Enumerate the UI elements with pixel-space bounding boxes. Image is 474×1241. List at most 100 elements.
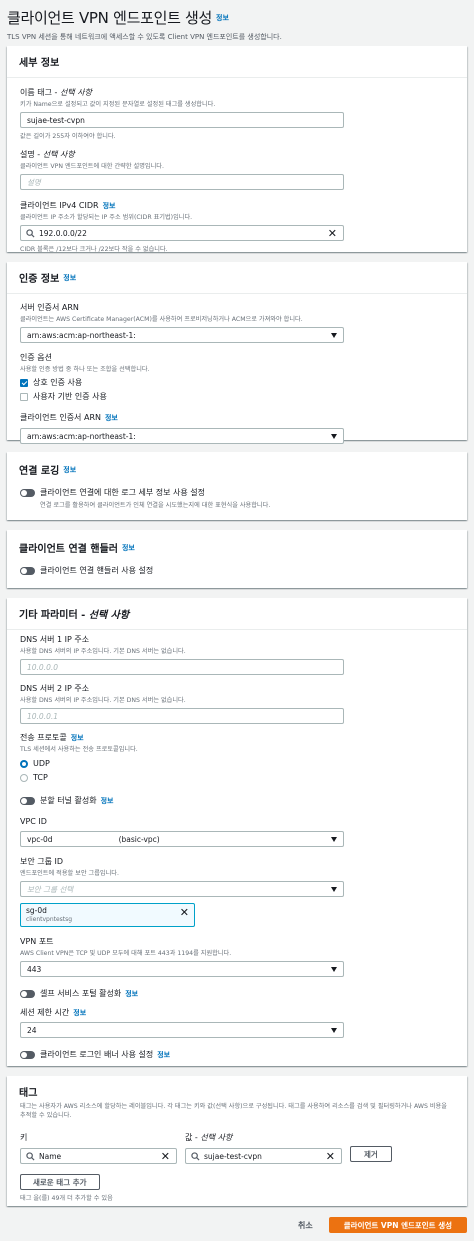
add-tag-button[interactable]: 새로운 태그 추가 xyxy=(20,1174,100,1190)
client-cert-select[interactable]: arn:aws:acm:ap-northeast-1: xyxy=(20,428,344,444)
split-tunnel-info-link[interactable]: 정보 xyxy=(101,796,114,806)
login-banner-toggle-row[interactable]: 클라이언트 로그인 배너 사용 설정 정보 xyxy=(20,1049,454,1060)
tag-value-value: sujae-test-cvpn xyxy=(204,1151,262,1161)
logging-toggle-label: 클라이언트 연결에 대한 로그 세부 정보 사용 설정 xyxy=(40,488,205,497)
auth-options-label: 인증 옵션 xyxy=(20,353,52,362)
handler-title: 클라이언트 연결 핸들러 xyxy=(19,544,118,555)
client-cert-value: arn:aws:acm:ap-northeast-1: xyxy=(27,431,136,441)
remove-token-icon[interactable]: ✕ xyxy=(180,907,189,918)
name-tag-value: sujae-test-cvpn xyxy=(27,115,85,125)
name-tag-input[interactable]: sujae-test-cvpn xyxy=(20,112,344,128)
tag-key-input[interactable]: Name ✕ xyxy=(20,1148,177,1164)
cidr-hint: CIDR 블록은 /12보다 크거나 /22보다 작을 수 없습니다. xyxy=(20,246,168,253)
tags-title: 태그 xyxy=(19,1088,38,1099)
session-timeout-select[interactable]: 24 xyxy=(20,1022,344,1038)
search-icon xyxy=(26,1152,35,1161)
protocol-udp-label: UDP xyxy=(33,759,50,768)
clear-icon[interactable]: ✕ xyxy=(326,1151,335,1162)
caret-down-icon xyxy=(331,837,337,842)
search-icon xyxy=(191,1152,200,1161)
description-field: 설명 - 선택 사항 클라이언트 VPN 엔드포인트에 대한 간략한 설명입니다… xyxy=(20,149,454,190)
remove-tag-button[interactable]: 제거 xyxy=(350,1146,392,1162)
mutual-auth-option[interactable]: 상호 인증 사용 xyxy=(20,377,454,388)
caret-down-icon xyxy=(331,434,337,439)
toggle-off-icon[interactable] xyxy=(20,796,35,805)
tag-value-label: 값 - 선택 사항 xyxy=(185,1133,233,1142)
toggle-off-icon[interactable] xyxy=(20,488,35,497)
description-placeholder: 설명 xyxy=(27,177,41,187)
radio-icon[interactable] xyxy=(20,773,28,782)
checkbox-checked-icon[interactable] xyxy=(20,378,28,387)
other-params-header: 기타 파라미터 - 선택 사항 xyxy=(7,598,467,630)
toggle-off-icon[interactable] xyxy=(20,1050,35,1059)
self-service-toggle-row[interactable]: 셀프 서비스 포털 활성화 정보 xyxy=(20,988,454,999)
radio-selected-icon[interactable] xyxy=(20,759,28,768)
user-auth-option[interactable]: 사용자 기반 인증 사용 xyxy=(20,391,454,402)
vpn-port-select[interactable]: 443 xyxy=(20,961,344,977)
security-group-field: 보안 그룹 ID 엔드포인트에 적용할 보안 그룹입니다. 보안 그룹 선택 s… xyxy=(20,856,454,927)
tags-header: 태그 xyxy=(7,1076,467,1101)
login-banner-info-link[interactable]: 정보 xyxy=(157,1050,170,1060)
client-cert-field: 클라이언트 인증서 ARN 정보 arn:aws:acm:ap-northeas… xyxy=(20,412,454,444)
clear-icon[interactable]: ✕ xyxy=(328,228,337,239)
redacted-area xyxy=(52,835,119,843)
tag-value-input[interactable]: sujae-test-cvpn ✕ xyxy=(185,1148,342,1164)
vpn-port-label: VPN 포트 xyxy=(20,937,54,946)
dns2-placeholder: 10.0.0.1 xyxy=(27,711,59,721)
logging-info-link[interactable]: 정보 xyxy=(63,465,76,475)
security-group-select[interactable]: 보안 그룹 선택 xyxy=(20,881,344,897)
description-input[interactable]: 설명 xyxy=(20,174,344,190)
handler-toggle-row[interactable]: 클라이언트 연결 핸들러 사용 설정 xyxy=(20,565,454,576)
details-panel: 세부 정보 이름 태그 - 선택 사항 키가 Name으로 설정되고 값이 지정… xyxy=(7,46,467,253)
dns1-placeholder: 10.0.0.0 xyxy=(27,662,59,672)
cidr-info-link[interactable]: 정보 xyxy=(103,201,116,211)
protocol-label: 전송 프로토콜 xyxy=(20,733,67,742)
auth-options-field: 인증 옵션 사용할 인증 방법 중 하나 또는 조합을 선택합니다. 상호 인증… xyxy=(20,352,454,402)
protocol-info-link[interactable]: 정보 xyxy=(71,733,84,743)
vpn-port-desc: AWS Client VPN은 TCP 및 UDP 모두에 대해 포트 443과… xyxy=(20,950,232,957)
page-info-link[interactable]: 정보 xyxy=(216,13,229,23)
cidr-input[interactable]: 192.0.0.0/22 ✕ xyxy=(20,225,344,241)
server-cert-select[interactable]: arn:aws:acm:ap-northeast-1: xyxy=(20,327,344,343)
checkbox-icon[interactable] xyxy=(20,392,28,401)
clear-icon[interactable]: ✕ xyxy=(161,1151,170,1162)
dns1-input[interactable]: 10.0.0.0 xyxy=(20,659,344,675)
client-cert-info-link[interactable]: 정보 xyxy=(105,413,118,423)
auth-info-link[interactable]: 정보 xyxy=(63,273,76,283)
details-header: 세부 정보 xyxy=(7,46,467,78)
dns2-input[interactable]: 10.0.0.1 xyxy=(20,708,344,724)
auth-header: 인증 정보 정보 xyxy=(7,262,467,294)
toggle-off-icon[interactable] xyxy=(20,566,35,575)
vpc-value-prefix: vpc-0d xyxy=(27,834,53,844)
vpc-field: VPC ID vpc-0d (basic-vpc) xyxy=(20,817,454,847)
session-timeout-value: 24 xyxy=(27,1025,37,1035)
caret-down-icon xyxy=(331,333,337,338)
tag-key-label: 키 xyxy=(20,1133,28,1142)
cidr-value: 192.0.0.0/22 xyxy=(39,228,87,238)
self-service-field: 셀프 서비스 포털 활성화 정보 xyxy=(20,988,454,999)
vpc-select[interactable]: vpc-0d (basic-vpc) xyxy=(20,831,344,847)
auth-panel: 인증 정보 정보 서버 인증서 ARN 클라이언트는 AWS Certifica… xyxy=(7,262,467,444)
protocol-tcp-option[interactable]: TCP xyxy=(20,773,454,782)
split-tunnel-toggle-row[interactable]: 분할 터널 활성화 정보 xyxy=(20,795,454,806)
tag-key-value: Name xyxy=(39,1151,62,1161)
toggle-off-icon[interactable] xyxy=(20,989,35,998)
name-tag-field: 이름 태그 - 선택 사항 키가 Name으로 설정되고 값이 지정된 문자열로… xyxy=(20,87,454,140)
security-group-label: 보안 그룹 ID xyxy=(20,857,64,866)
footer-actions: 취소 클라이언트 VPN 엔드포인트 생성 xyxy=(298,1217,467,1233)
tags-limit-hint: 태그 을(를) 49개 더 추가할 수 있음 xyxy=(20,1195,113,1202)
create-endpoint-button[interactable]: 클라이언트 VPN 엔드포인트 생성 xyxy=(328,1217,467,1233)
handler-info-link[interactable]: 정보 xyxy=(122,543,135,553)
page: 클라이언트 VPN 엔드포인트 생성 정보 TLS VPN 세션을 통해 네트워… xyxy=(0,0,474,1241)
session-timeout-info-link[interactable]: 정보 xyxy=(73,1008,86,1018)
caret-down-icon xyxy=(331,1028,337,1033)
security-group-token-name: clientvpntestsg xyxy=(26,916,73,923)
protocol-udp-option[interactable]: UDP xyxy=(20,759,454,768)
server-cert-label: 서버 인증서 ARN xyxy=(20,303,79,312)
logging-title: 연결 로깅 xyxy=(19,466,60,477)
self-service-info-link[interactable]: 정보 xyxy=(125,989,138,999)
login-banner-label: 클라이언트 로그인 배너 사용 설정 xyxy=(40,1050,154,1059)
logging-toggle-row[interactable]: 클라이언트 연결에 대한 로그 세부 정보 사용 설정 xyxy=(20,487,454,498)
cancel-button[interactable]: 취소 xyxy=(298,1220,313,1231)
dns2-label: DNS 서버 2 IP 주소 xyxy=(20,684,90,693)
